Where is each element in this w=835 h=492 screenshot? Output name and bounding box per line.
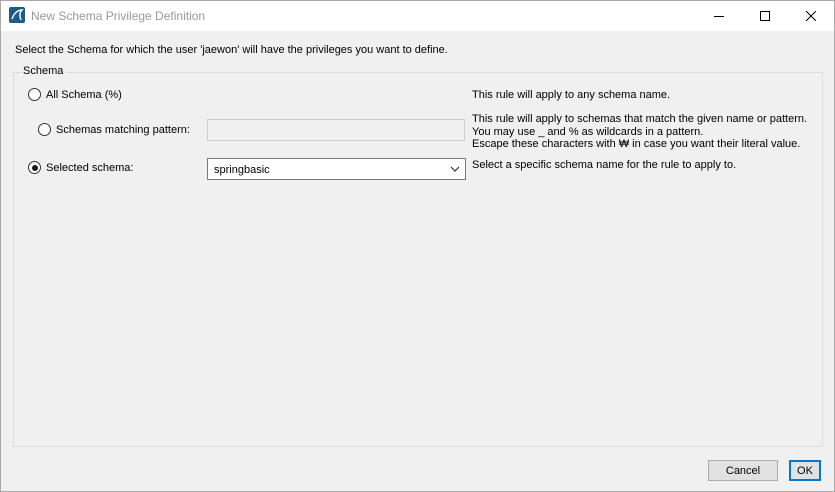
pattern-description-line2: You may use _ and % as wildcards in a pa… [472,126,704,138]
radio-selected-dot [31,164,38,171]
schema-group-label: Schema [21,65,66,77]
pattern-description-line1: This rule will apply to schemas that mat… [472,113,808,125]
window-title: New Schema Privilege Definition [31,9,206,23]
dialog-window: New Schema Privilege Definition Select t… [0,0,835,492]
minimize-icon [714,16,724,17]
all-schema-label[interactable]: All Schema (%) [46,89,122,101]
mysql-workbench-icon [9,7,25,23]
all-schema-description: This rule will apply to any schema name. [472,89,671,101]
selected-schema-description: Select a specific schema name for the ru… [472,159,737,171]
intro-text: Select the Schema for which the user 'ja… [15,44,448,56]
maximize-icon [760,11,770,21]
maximize-button[interactable] [742,1,788,31]
ok-button[interactable]: OK [789,460,821,481]
cancel-button[interactable]: Cancel [708,460,778,481]
close-icon [806,11,816,21]
minimize-button[interactable] [696,1,742,31]
pattern-schema-radio[interactable] [38,123,51,136]
selected-schema-radio[interactable] [28,161,41,174]
all-schema-radio[interactable] [28,88,41,101]
selected-schema-label[interactable]: Selected schema: [46,162,133,174]
pattern-schema-label[interactable]: Schemas matching pattern: [56,124,190,136]
schema-select[interactable]: springbasic [207,158,466,180]
title-bar[interactable]: New Schema Privilege Definition [1,1,834,31]
schema-pattern-input[interactable] [207,119,465,141]
schema-select-value: springbasic [214,164,270,176]
chevron-down-icon [450,166,460,172]
close-button[interactable] [788,1,834,31]
pattern-description-line3: Escape these characters with ₩ in case y… [472,138,801,150]
